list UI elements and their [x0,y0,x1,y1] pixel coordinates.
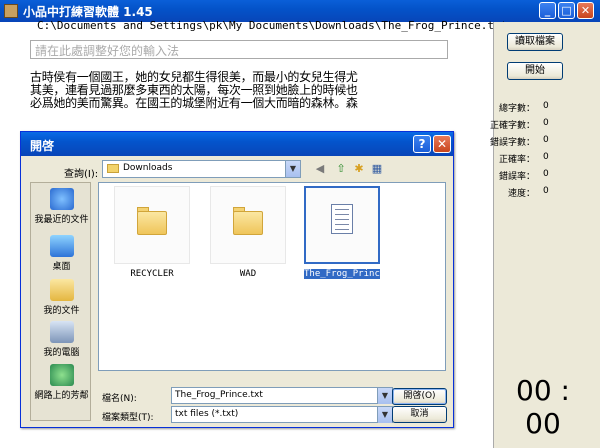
look-in-label: 查詢(I): [64,169,99,180]
places-bar: 我最近的文件 桌面 我的文件 我的電腦 網路上的芳鄰 [30,182,91,421]
file-name: RECYCLER [130,269,174,279]
place-my-computer[interactable]: 我的電腦 [31,321,92,358]
list-item[interactable]: RECYCLER [114,186,190,279]
app-icon [4,4,18,18]
folder-icon [233,211,263,235]
place-label: 我的電腦 [43,348,80,358]
new-folder-icon[interactable]: ✱ [351,162,367,176]
passage-text: 古時侯有一個國王，她的女兒都生得很美，而最小的女兒生得尤 其美，連看見過那麼多東… [30,71,390,110]
open-file-dialog: 開啓 ? ✕ 查詢(I): Downloads ▼ ◀ ⇧ ✱ ▦ 我最近的文件… [20,131,454,428]
place-label: 桌面 [52,262,71,272]
file-path: C:\Documents and Settings\pk\My Document… [37,19,508,32]
read-file-button[interactable]: 讀取檔案 [507,33,563,51]
file-type-value: txt files (*.txt) [175,409,239,419]
place-label: 我的文件 [43,306,80,316]
minimize-button[interactable]: _ [539,2,556,19]
chevron-down-icon[interactable]: ▼ [285,161,300,177]
close-button[interactable]: ✕ [577,2,594,19]
list-item[interactable]: The_Frog_Prince.txt [304,186,407,279]
file-name: WAD [239,269,257,279]
stat-value: 0 [543,169,549,179]
place-my-documents[interactable]: 我的文件 [31,279,92,316]
stat-value: 0 [543,118,549,128]
maximize-button[interactable]: □ [558,2,575,19]
dialog-title-bar: 開啓 ? ✕ [21,132,453,156]
network-icon [49,364,74,386]
stat-label: 錯誤率： [498,172,535,182]
file-name: The_Frog_Prince.txt [304,269,407,279]
file-thumbnail [304,186,380,264]
dialog-close-button[interactable]: ✕ [433,135,451,153]
open-button[interactable]: 開啓(O) [392,388,447,405]
folder-thumbnail [210,186,286,264]
chevron-down-icon[interactable]: ▼ [377,407,392,423]
dialog-title: 開啓 [30,139,55,153]
stat-label: 正確率： [498,155,535,165]
place-recent-documents[interactable]: 我最近的文件 [31,188,92,225]
window-title: 小品中打練習軟體 1.45 [23,5,153,19]
help-button[interactable]: ? [413,135,431,153]
up-folder-icon[interactable]: ⇧ [333,162,349,176]
timer-display: 00 : 00 [516,374,570,440]
my-documents-icon [49,279,74,301]
stat-value: 0 [543,101,549,111]
back-icon[interactable]: ◀ [312,162,328,176]
ime-input[interactable]: 請在此處調整好您的輸入法 [30,40,448,59]
chevron-down-icon[interactable]: ▼ [377,388,392,404]
recent-documents-icon [49,188,74,210]
file-name-input[interactable]: The_Frog_Prince.txt ▼ [171,387,393,404]
folder-thumbnail [114,186,190,264]
file-type-label: 檔案類型(T): [102,413,154,423]
text-file-icon [331,204,353,234]
start-button[interactable]: 開始 [507,62,563,80]
stat-label: 速度： [507,189,535,199]
stat-value: 0 [543,135,549,145]
place-desktop[interactable]: 桌面 [31,235,92,272]
look-in-dropdown[interactable]: Downloads ▼ [102,160,301,178]
file-name-value: The_Frog_Prince.txt [175,390,263,400]
stat-label: 錯誤字數： [489,138,535,148]
passage-line: 必爲她的美而驚異。在國王的城堡附近有一個大而暗的森林。森 [30,96,358,110]
cancel-button[interactable]: 取消 [392,406,447,423]
view-menu-icon[interactable]: ▦ [369,162,385,176]
place-label: 網路上的芳鄰 [34,391,89,401]
stat-label: 總字數： [498,104,535,114]
my-computer-icon [49,321,74,343]
stat-value: 0 [543,152,549,162]
folder-icon [137,211,167,235]
place-network[interactable]: 網路上的芳鄰 [31,364,92,401]
list-item[interactable]: WAD [210,186,286,279]
folder-icon [107,164,119,173]
desktop-icon [49,235,74,257]
file-name-label: 檔名(N): [102,394,137,404]
stat-value: 0 [543,186,549,196]
place-label: 我最近的文件 [34,215,89,225]
look-in-value: Downloads [123,163,173,173]
stat-label: 正確字數： [489,121,535,131]
file-list: RECYCLER WAD The_Frog_Prince.txt [98,182,446,371]
file-type-dropdown[interactable]: txt files (*.txt) ▼ [171,406,393,423]
